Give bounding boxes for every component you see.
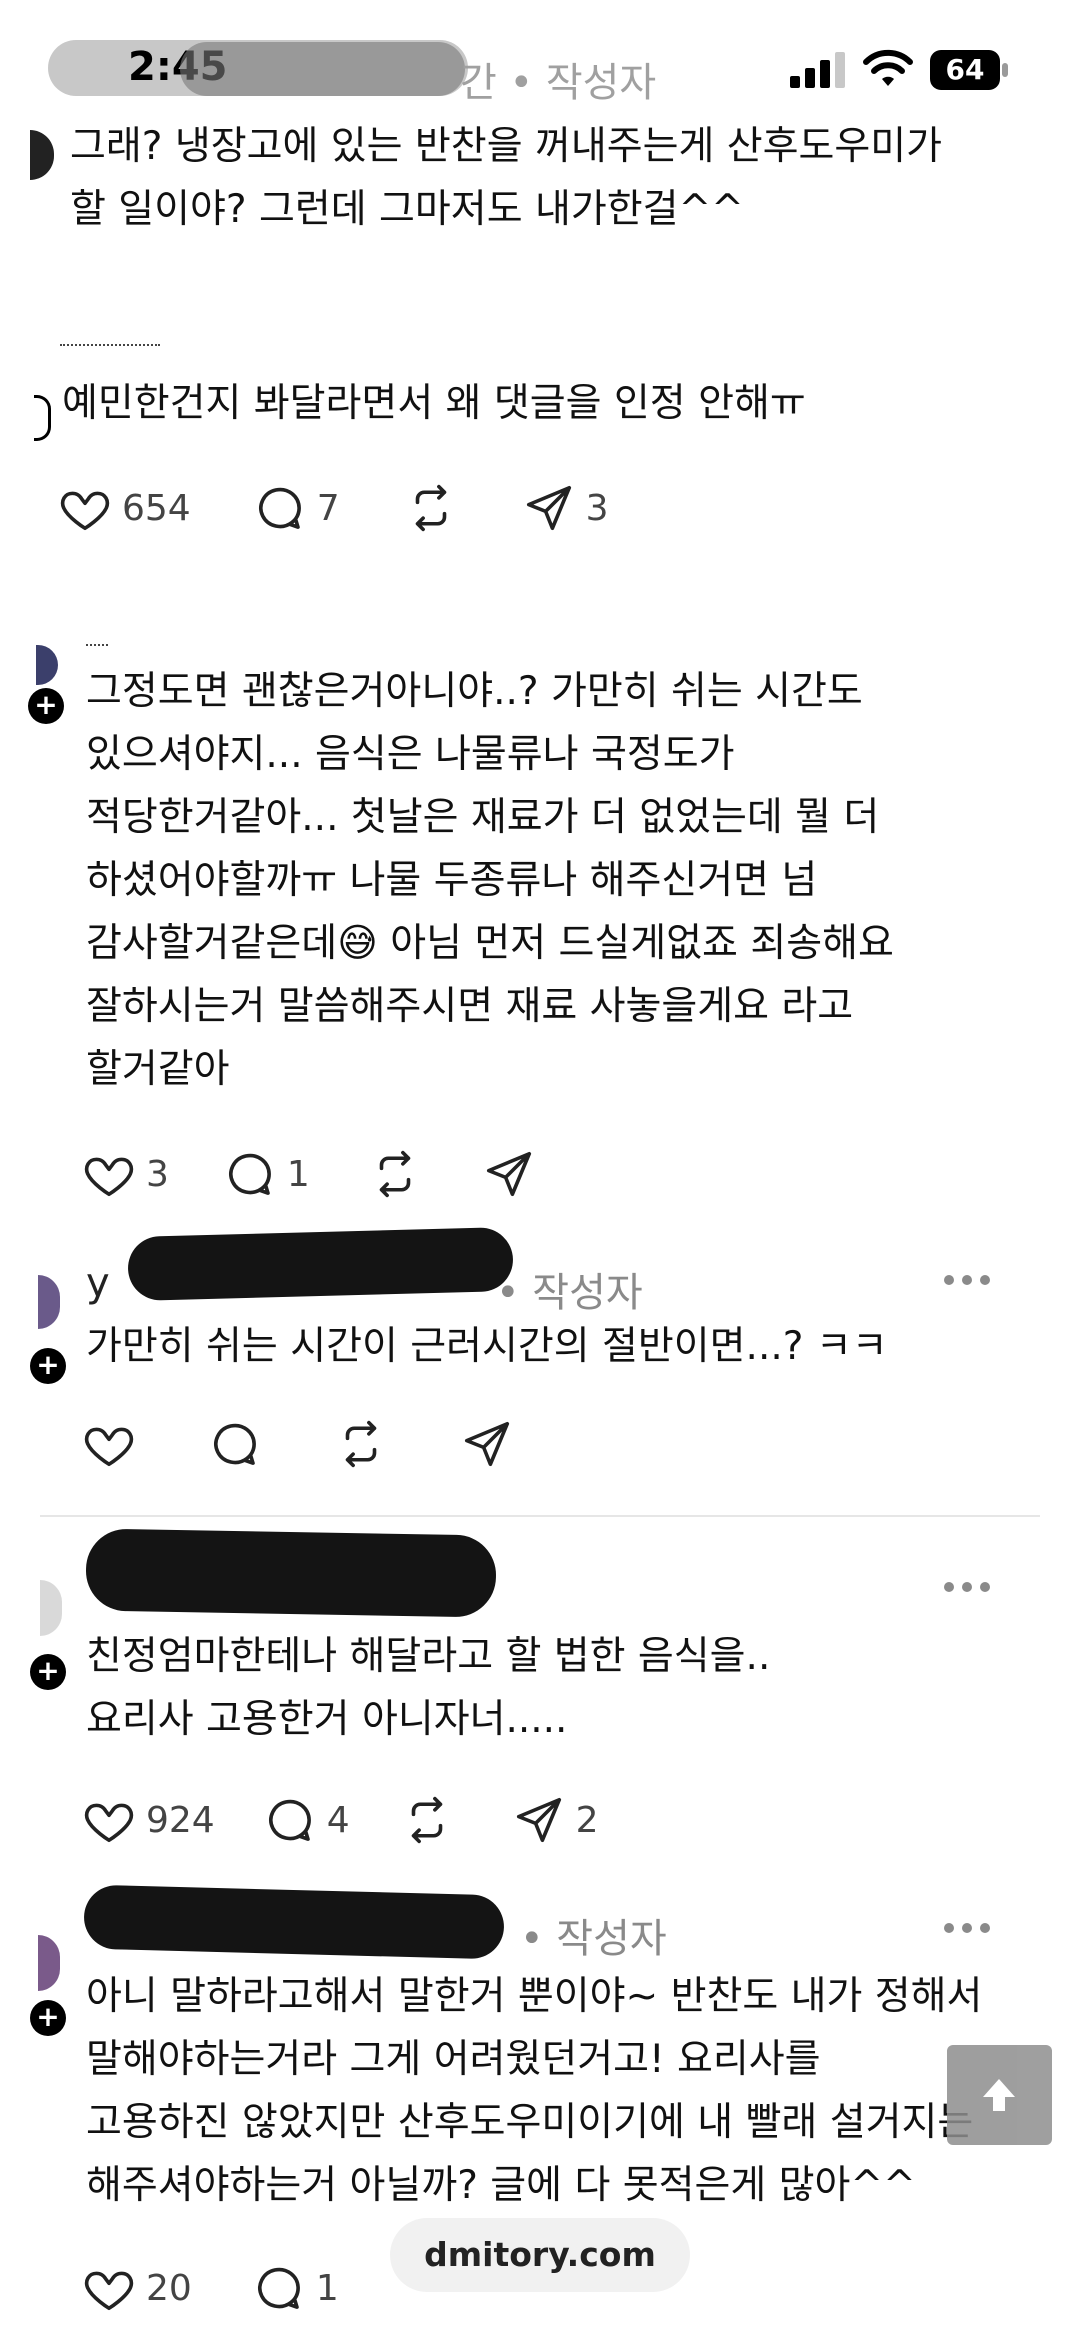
avatar xyxy=(34,395,51,441)
reply-button[interactable]: 1 xyxy=(223,1147,310,1201)
signal-icon xyxy=(790,52,846,88)
comment-actions: 654 7 3 xyxy=(58,478,609,538)
avatar xyxy=(40,1580,62,1636)
comment-meta: • 작성자 xyxy=(520,1916,667,1962)
send-icon xyxy=(486,1151,531,1197)
repost-icon xyxy=(379,1150,411,1198)
like-count: 20 xyxy=(146,2267,192,2309)
reply-button[interactable]: 1 xyxy=(252,2261,339,2315)
heart-icon xyxy=(84,2271,134,2311)
send-icon xyxy=(526,485,571,531)
share-button[interactable]: 2 xyxy=(512,1793,599,1847)
comment-actions: 924 4 2 xyxy=(82,1790,599,1850)
redaction-bar xyxy=(127,1226,514,1302)
follow-plus-icon[interactable]: + xyxy=(30,1654,66,1690)
more-dots-icon[interactable] xyxy=(944,1923,990,1933)
comment-bubble-icon xyxy=(257,2267,300,2309)
comment-bubble-icon xyxy=(258,487,301,529)
divider xyxy=(40,1515,1040,1517)
avatar xyxy=(30,130,54,180)
like-count: 3 xyxy=(146,1153,169,1195)
watermark: dmitory.com xyxy=(390,2218,690,2292)
like-count: 924 xyxy=(146,1799,215,1841)
comment-text: 친정엄마한테나 해달라고 할 법한 음식을.. 요리사 고용한거 아니자너...… xyxy=(86,1634,771,1742)
more-dots-icon[interactable] xyxy=(944,1275,990,1285)
scroll-to-top-button[interactable] xyxy=(947,2045,1052,2145)
reply-button[interactable]: 7 xyxy=(253,481,340,535)
repost-icon xyxy=(411,1796,442,1844)
like-button[interactable]: 654 xyxy=(58,481,191,535)
comment-text: 가만히 쉬는 시간이 근러시간의 절반이면...? ㅋㅋ xyxy=(86,1324,888,1369)
truncated-header xyxy=(60,344,160,354)
send-icon xyxy=(464,1421,510,1467)
comment-bubble-icon xyxy=(214,1423,256,1465)
truncated-header xyxy=(86,644,108,652)
avatar xyxy=(38,1935,60,1991)
share-count: 2 xyxy=(575,1799,599,1841)
share-button[interactable] xyxy=(460,1417,514,1471)
share-button[interactable] xyxy=(482,1147,536,1201)
wifi-icon xyxy=(862,48,914,88)
comment-meta: • 작성자 xyxy=(496,1270,643,1316)
share-button[interactable]: 3 xyxy=(522,481,609,535)
comment-bubble-icon xyxy=(268,1799,311,1841)
repost-icon xyxy=(345,1420,377,1468)
redaction-bar xyxy=(85,1528,497,1618)
follow-plus-icon[interactable]: + xyxy=(28,688,64,724)
comment-actions: 20 1 xyxy=(82,2258,339,2318)
reply-count: 1 xyxy=(286,1153,310,1195)
comment-actions: 3 1 xyxy=(82,1144,536,1204)
share-count: 3 xyxy=(585,487,609,529)
heart-icon xyxy=(84,1157,134,1197)
like-button[interactable]: 924 xyxy=(82,1793,215,1847)
like-button[interactable] xyxy=(82,1417,136,1471)
reply-count: 1 xyxy=(315,2267,339,2309)
redaction-bar xyxy=(83,1884,505,1960)
avatar xyxy=(36,645,58,685)
battery-icon: 64 xyxy=(930,50,1012,90)
repost-button[interactable] xyxy=(404,481,458,535)
battery-level: 64 xyxy=(945,53,985,86)
more-dots-icon[interactable] xyxy=(944,1582,990,1592)
arrow-up-icon xyxy=(983,2079,1015,2111)
comment-text: 아니 말하라고해서 말한거 뿐이야~ 반찬도 내가 정해서 말해야하는거라 그게… xyxy=(86,1974,983,2208)
reply-button[interactable] xyxy=(208,1417,262,1471)
comment-bubble-icon xyxy=(228,1153,271,1195)
comment-text: 그정도면 괜찮은거아니야..? 가만히 쉬는 시간도 있으셔야지... 음식은 … xyxy=(86,669,894,1092)
repost-icon xyxy=(415,484,446,532)
like-button[interactable]: 3 xyxy=(82,1147,169,1201)
like-count: 654 xyxy=(122,487,191,529)
heart-icon xyxy=(60,491,110,531)
follow-plus-icon[interactable]: + xyxy=(30,2000,66,2036)
author-name[interactable]: y xyxy=(86,1260,110,1306)
comment-meta: 간 • 작성자 xyxy=(460,60,657,106)
send-icon xyxy=(516,1797,561,1843)
comment-text: 예민한건지 봐달라면서 왜 댓글을 인정 안해ㅠ xyxy=(62,381,806,426)
heart-icon xyxy=(84,1427,134,1467)
repost-button[interactable] xyxy=(368,1147,422,1201)
reply-count: 4 xyxy=(326,1799,350,1841)
redaction-bar xyxy=(180,42,465,96)
comment-text: 그래? 냉장고에 있는 반찬을 꺼내주는게 산후도우미가 할 일이야? 그런데 … xyxy=(70,124,943,232)
reply-count: 7 xyxy=(316,487,340,529)
avatar xyxy=(38,1275,60,1329)
repost-button[interactable] xyxy=(400,1793,454,1847)
follow-plus-icon[interactable]: + xyxy=(30,1348,66,1384)
reply-button[interactable]: 4 xyxy=(263,1793,350,1847)
repost-button[interactable] xyxy=(334,1417,388,1471)
comment-actions xyxy=(82,1414,514,1474)
heart-icon xyxy=(84,1803,134,1843)
like-button[interactable]: 20 xyxy=(82,2261,192,2315)
